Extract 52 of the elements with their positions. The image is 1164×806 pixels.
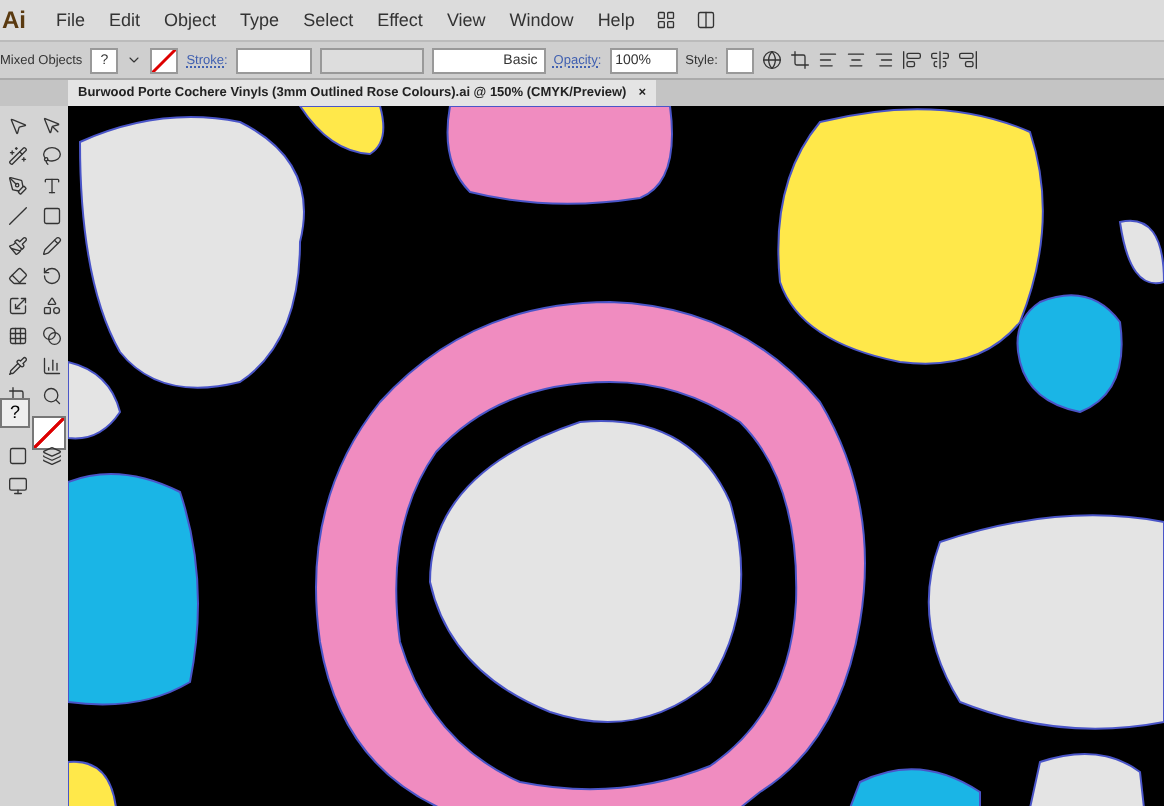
bridge-icon[interactable] — [656, 10, 677, 30]
fill-swatch[interactable]: ? — [0, 397, 30, 427]
magic-wand-icon[interactable] — [7, 145, 27, 165]
align-left-icon[interactable] — [817, 50, 838, 70]
align-top-icon[interactable] — [901, 50, 922, 70]
menu-item[interactable]: Type — [238, 10, 282, 30]
color-mode-icon[interactable] — [7, 445, 27, 465]
blob-shape — [1119, 219, 1164, 285]
pointer-icon[interactable] — [41, 115, 61, 135]
align-right-icon[interactable] — [873, 50, 894, 70]
blob-shape — [68, 760, 117, 806]
arrange-documents-icon[interactable] — [696, 10, 717, 30]
menu-item[interactable]: Window — [507, 10, 576, 30]
menu-item[interactable]: Help — [595, 10, 637, 30]
draw-mode-icon[interactable] — [41, 445, 61, 465]
blob-shape — [1029, 753, 1145, 806]
eyedropper-icon[interactable] — [7, 355, 27, 375]
screen-mode-icon[interactable] — [7, 475, 27, 495]
menu-item[interactable]: Select — [301, 10, 356, 30]
align-center-icon[interactable] — [845, 50, 866, 70]
menu-item[interactable]: File — [54, 10, 88, 30]
lasso-icon[interactable] — [41, 145, 61, 165]
stroke-weight-field[interactable] — [235, 47, 312, 73]
align-bottom-icon[interactable] — [957, 50, 978, 70]
pencil-icon[interactable] — [41, 235, 61, 255]
grid-icon[interactable] — [7, 325, 27, 345]
pen-icon[interactable] — [7, 175, 27, 195]
menu-item[interactable]: Edit — [107, 10, 143, 30]
zoom-icon[interactable] — [41, 385, 61, 405]
app-logo: Ai — [0, 6, 28, 34]
blend-icon[interactable] — [41, 325, 61, 345]
paintbrush-icon[interactable] — [7, 235, 27, 255]
style-swatch[interactable] — [725, 47, 754, 73]
globe-icon[interactable] — [761, 50, 782, 70]
variable-width-field[interactable] — [319, 47, 424, 73]
menu-item[interactable]: Effect — [375, 10, 425, 30]
bar-chart-icon[interactable] — [41, 355, 61, 375]
shapes-icon[interactable] — [41, 295, 61, 315]
type-icon[interactable] — [41, 175, 61, 195]
menu-item[interactable]: Object — [162, 10, 219, 30]
rotate-icon[interactable] — [41, 265, 61, 285]
stroke-swatch[interactable] — [32, 415, 66, 449]
align-middle-icon[interactable] — [929, 50, 950, 70]
scale-icon[interactable] — [7, 295, 27, 315]
rectangle-icon[interactable] — [41, 205, 61, 225]
stroke-swatch[interactable] — [150, 47, 179, 73]
eraser-icon[interactable] — [7, 265, 27, 285]
blob-shape — [849, 768, 981, 806]
dropdown-icon[interactable] — [126, 52, 143, 68]
arrow-pointer-icon[interactable] — [7, 115, 27, 135]
line-icon[interactable] — [7, 205, 27, 225]
menu-item[interactable]: View — [444, 10, 488, 30]
